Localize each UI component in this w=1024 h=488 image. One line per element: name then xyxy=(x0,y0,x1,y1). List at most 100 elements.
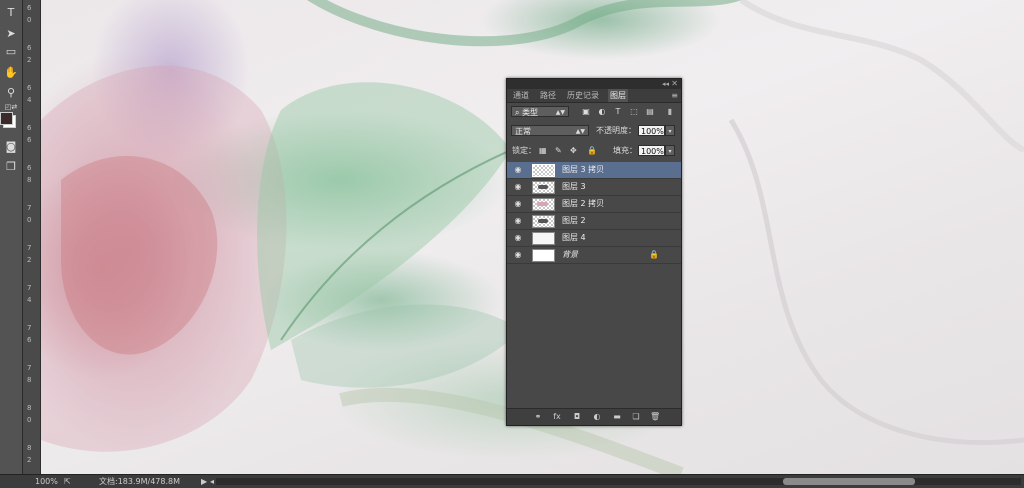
ruler-tick: 6 xyxy=(27,136,32,144)
vertical-ruler: 6 0 6 2 6 4 6 6 6 8 7 0 7 2 7 4 7 6 7 8 … xyxy=(23,0,41,474)
filter-kind-select[interactable]: ⌕ 类型 ▲▼ xyxy=(511,106,569,117)
ruler-tick: 7 xyxy=(27,324,32,332)
adjustment-filter-icon[interactable]: ◐ xyxy=(597,107,607,117)
export-icon[interactable]: ⇱ xyxy=(64,475,71,488)
tab-history[interactable]: 历史记录 xyxy=(565,89,601,102)
hand-tool-icon[interactable]: ✋ xyxy=(3,66,19,80)
layer-row[interactable]: ◉ 图层 4 xyxy=(507,230,681,247)
lock-icon: 🔒 xyxy=(649,250,659,259)
pixel-filter-icon[interactable]: ▣ xyxy=(581,107,591,117)
ruler-tick: 6 xyxy=(27,4,32,12)
visibility-eye-icon[interactable]: ◉ xyxy=(513,164,523,175)
mask-icon[interactable]: ◘ xyxy=(572,412,582,422)
filter-toggle-icon[interactable]: ▮ xyxy=(665,107,675,117)
ruler-tick: 8 xyxy=(27,404,32,412)
layer-row[interactable]: ◉ 图层 2 xyxy=(507,213,681,230)
zoom-tool-icon[interactable]: ⚲ xyxy=(3,86,19,100)
chevron-down-icon: ▲▼ xyxy=(555,109,565,116)
fill-label: 填充： xyxy=(613,146,637,155)
tools-panel: T ➤ ▭ ✋ ⚲ ◰⇄ ◙ ❐ xyxy=(0,0,23,474)
doc-info: 文档:183.9M/478.8M xyxy=(99,477,180,486)
layer-thumbnail xyxy=(532,249,555,262)
horizontal-scrollbar[interactable] xyxy=(216,478,1021,485)
layer-thumbnail xyxy=(532,198,555,211)
ruler-tick: 6 xyxy=(27,336,32,344)
search-icon: ⌕ xyxy=(515,108,520,117)
filter-kind-label: 类型 xyxy=(522,108,539,117)
fill-dropdown-icon[interactable]: ▾ xyxy=(665,145,675,156)
ruler-tick: 0 xyxy=(27,216,32,224)
ruler-tick: 4 xyxy=(27,96,32,104)
type-filter-icon[interactable]: T xyxy=(613,107,623,117)
rectangle-tool-icon[interactable]: ▭ xyxy=(3,45,19,59)
shape-filter-icon[interactable]: ⬚ xyxy=(629,107,639,117)
layer-row[interactable]: ◉ 图层 3 拷贝 xyxy=(507,162,681,179)
visibility-eye-icon[interactable]: ◉ xyxy=(513,181,523,192)
screen-mode-icon[interactable]: ❐ xyxy=(3,160,19,174)
opacity-label: 不透明度： xyxy=(596,126,636,135)
fill-input[interactable]: 100% xyxy=(638,145,665,156)
opacity-input[interactable]: 100% xyxy=(638,125,665,136)
fx-icon[interactable]: fx xyxy=(552,412,562,422)
collapse-icon[interactable]: ◂◂ xyxy=(662,79,669,89)
chevron-down-icon: ▲▼ xyxy=(575,128,585,135)
ruler-tick: 8 xyxy=(27,176,32,184)
layer-row[interactable]: ◉ 图层 2 拷贝 xyxy=(507,196,681,213)
quick-mask-icon[interactable]: ◙ xyxy=(3,140,19,154)
lock-transparent-icon[interactable]: ▦ xyxy=(539,145,547,156)
visibility-eye-icon[interactable]: ◉ xyxy=(513,232,523,243)
layer-row[interactable]: ◉ 背景 🔒 xyxy=(507,247,681,264)
visibility-eye-icon[interactable]: ◉ xyxy=(513,249,523,260)
blend-mode-value: 正常 xyxy=(515,127,531,136)
ruler-tick: 0 xyxy=(27,16,32,24)
ruler-tick: 2 xyxy=(27,256,32,264)
layer-name: 图层 2 拷贝 xyxy=(562,199,605,208)
panel-titlebar[interactable]: ◂◂ ✕ xyxy=(507,79,681,89)
adjustment-icon[interactable]: ◐ xyxy=(592,412,602,422)
filter-row: ⌕ 类型 ▲▼ ▣ ◐ T ⬚ ▤ ▮ xyxy=(507,105,681,118)
ruler-tick: 6 xyxy=(27,84,32,92)
tab-paths[interactable]: 路径 xyxy=(538,89,558,102)
close-icon[interactable]: ✕ xyxy=(671,79,678,89)
ruler-tick: 2 xyxy=(27,456,32,464)
ruler-tick: 7 xyxy=(27,284,32,292)
lock-label: 锁定： xyxy=(512,146,536,155)
ruler-tick: 2 xyxy=(27,56,32,64)
tab-layers[interactable]: 图层 xyxy=(608,89,628,102)
scroll-left-arrow-icon[interactable]: ◂ xyxy=(210,475,214,488)
ruler-tick: 6 xyxy=(27,44,32,52)
ruler-tick: 6 xyxy=(27,164,32,172)
path-select-tool-icon[interactable]: ➤ xyxy=(3,27,19,41)
ruler-tick: 7 xyxy=(27,364,32,372)
lock-all-icon[interactable]: 🔒 xyxy=(587,145,597,156)
new-layer-icon[interactable]: ❏ xyxy=(631,412,641,422)
layer-name: 图层 3 拷贝 xyxy=(562,165,605,174)
scrollbar-thumb[interactable] xyxy=(783,478,915,485)
panel-footer: ⚭ fx ◘ ◐ ▬ ❏ 🗑 xyxy=(507,408,681,425)
layer-row[interactable]: ◉ 图层 3 xyxy=(507,179,681,196)
status-menu-arrow-icon[interactable]: ▶ xyxy=(201,475,207,488)
opacity-dropdown-icon[interactable]: ▾ xyxy=(665,125,675,136)
trash-icon[interactable]: 🗑 xyxy=(650,412,660,422)
lock-position-icon[interactable]: ✥ xyxy=(570,145,577,156)
blend-row: 正常 ▲▼ 不透明度： 100% ▾ xyxy=(507,125,681,138)
lock-image-icon[interactable]: ✎ xyxy=(555,145,562,156)
type-tool-icon[interactable]: T xyxy=(3,6,19,20)
zoom-level[interactable]: 100% xyxy=(35,475,58,488)
ruler-tick: 6 xyxy=(27,124,32,132)
visibility-eye-icon[interactable]: ◉ xyxy=(513,215,523,226)
layers-panel: ◂◂ ✕ 通道 路径 历史记录 图层 ≡ ⌕ 类型 ▲▼ ▣ ◐ T ⬚ ▤ ▮… xyxy=(506,78,682,426)
foreground-color-swatch[interactable] xyxy=(0,112,13,125)
blend-mode-select[interactable]: 正常 ▲▼ xyxy=(511,125,589,136)
visibility-eye-icon[interactable]: ◉ xyxy=(513,198,523,209)
link-icon[interactable]: ⚭ xyxy=(533,412,543,422)
panel-menu-icon[interactable]: ≡ xyxy=(671,89,678,102)
smart-object-filter-icon[interactable]: ▤ xyxy=(645,107,655,117)
layer-thumbnail xyxy=(532,232,555,245)
tab-channels[interactable]: 通道 xyxy=(511,89,531,102)
ruler-tick: 0 xyxy=(27,416,32,424)
lock-row: 锁定： ▦ ✎ ✥ 🔒 填充： 100% ▾ xyxy=(507,145,681,158)
folder-icon[interactable]: ▬ xyxy=(612,412,622,422)
layer-name: 图层 4 xyxy=(562,233,586,242)
panel-tabs: 通道 路径 历史记录 图层 ≡ xyxy=(507,89,681,103)
